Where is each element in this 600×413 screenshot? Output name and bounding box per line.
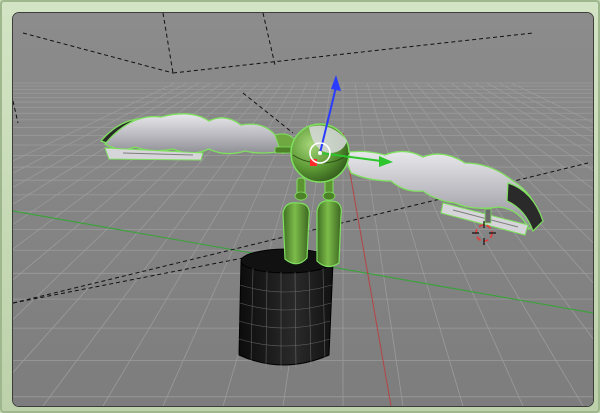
cylinder-base[interactable] — [238, 248, 334, 370]
window-frame — [0, 0, 600, 413]
3d-viewport[interactable] — [12, 12, 594, 407]
viewport-canvas[interactable] — [13, 13, 593, 406]
